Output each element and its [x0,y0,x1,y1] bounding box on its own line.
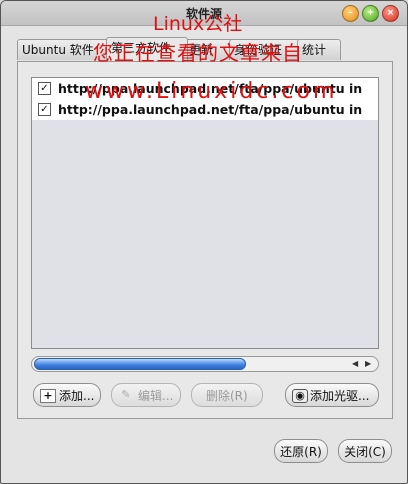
pencil-icon: ✎ [121,388,131,401]
scrollbar-thumb[interactable] [34,358,246,370]
cdrom-icon: ◉ [292,389,308,403]
add-button[interactable]: + 添加... [33,383,101,407]
close-button[interactable]: 关闭(C) [338,439,392,463]
watermark-line-2: 您正在查看的文章来自 [93,41,303,65]
horizontal-scrollbar[interactable]: ◀ ▶ [31,356,379,372]
watermark-line-1: Linux公社 [153,13,243,35]
add-cdrom-button[interactable]: ◉ 添加光驱... [285,383,379,407]
third-party-panel: ✓ http://ppa.launchpad.net/fta/ppa/ubunt… [17,61,393,419]
software-sources-window: 软件源 – + × Ubuntu 软件 第三方软件 更新 身份验证 统计 ✓ h… [0,0,408,484]
edit-button[interactable]: ✎ 编辑... [111,383,181,407]
plus-icon: + [40,389,56,403]
revert-button[interactable]: 还原(R) [274,439,328,463]
maximize-button[interactable]: + [362,5,379,22]
source-checkbox[interactable]: ✓ [38,103,51,116]
watermark-line-3: www.Linuxidc.com [85,79,338,104]
scroll-right-arrow[interactable]: ▶ [365,357,371,371]
minimize-button[interactable]: – [342,5,359,22]
source-checkbox[interactable]: ✓ [38,82,51,95]
sources-list[interactable]: ✓ http://ppa.launchpad.net/fta/ppa/ubunt… [31,77,379,349]
list-empty-area [32,120,378,348]
close-window-button[interactable]: × [382,5,399,22]
tab-statistics[interactable]: 统计 [297,39,341,60]
scroll-left-arrow[interactable]: ◀ [352,357,358,371]
remove-button[interactable]: 删除(R) [191,383,263,407]
